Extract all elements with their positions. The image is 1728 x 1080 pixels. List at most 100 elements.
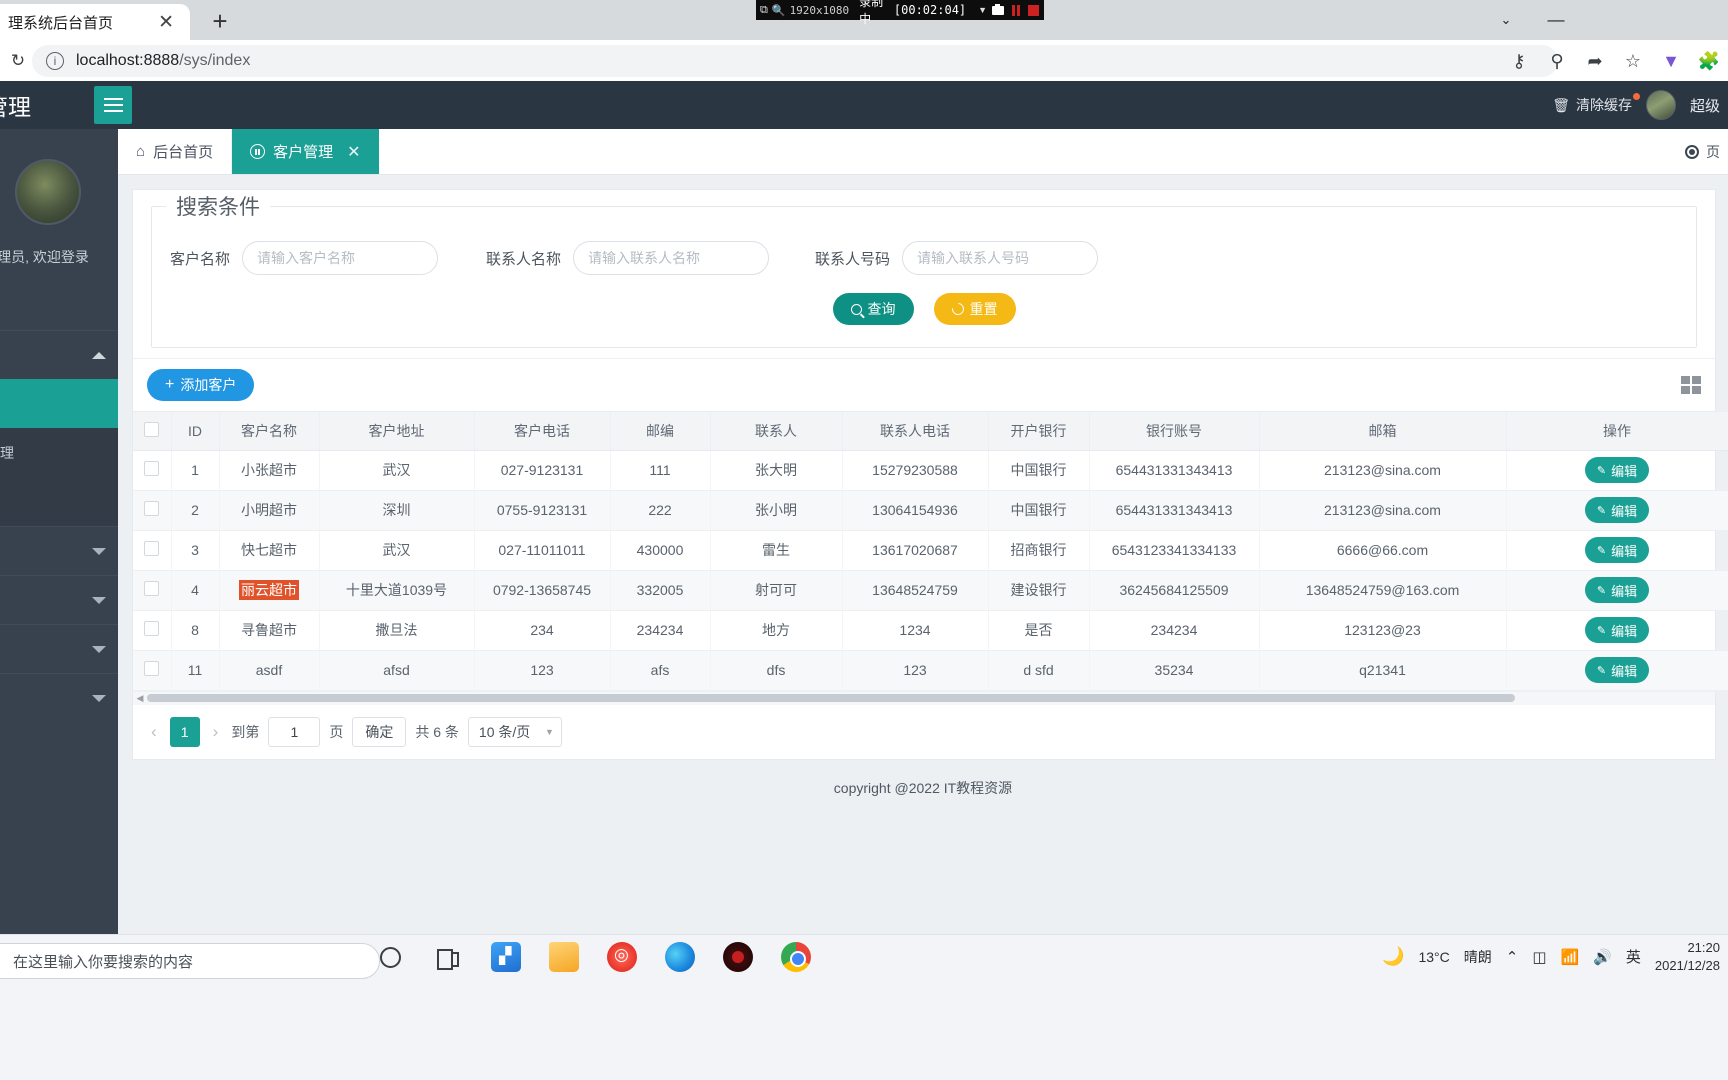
tabbar-actions[interactable]: 页 xyxy=(1685,129,1728,174)
edit-button[interactable]: ✎ 编辑 xyxy=(1584,457,1650,483)
clock[interactable]: 21:20 2021/12/28 xyxy=(1655,939,1720,974)
row-checkbox[interactable] xyxy=(144,461,160,476)
reset-button[interactable]: 重置 xyxy=(933,293,1016,325)
new-tab-button[interactable]: + xyxy=(205,6,235,36)
ime-icon[interactable]: 英 xyxy=(1626,946,1641,967)
key-icon[interactable]: ⚷ xyxy=(1500,42,1538,80)
header-id[interactable]: ID xyxy=(171,412,220,451)
network-icon[interactable]: 📶 xyxy=(1561,948,1580,966)
table-row[interactable]: 8 寻鲁超市 撒旦法 234 234234 地方 1234 是否 234234 123123@23… xyxy=(133,610,1728,651)
recorder-window-icon[interactable]: ⧉ xyxy=(760,3,768,17)
scrollbar-thumb[interactable] xyxy=(147,694,1515,702)
sidebar-group-5[interactable]: 理 xyxy=(0,673,118,722)
app-red-icon[interactable] xyxy=(602,937,642,977)
header-phone[interactable]: 客户电话 xyxy=(474,412,611,451)
table-row[interactable]: 1 小张超市 武汉 027-9123131 111 张大明 15279230588 中国银行 6… xyxy=(133,450,1728,491)
next-page-button[interactable]: › xyxy=(209,722,223,742)
star-icon[interactable]: ☆ xyxy=(1614,42,1652,80)
sidebar-item-product-management[interactable]: 品管理 xyxy=(0,477,118,526)
goto-page-input[interactable] xyxy=(268,716,321,747)
row-checkbox[interactable] xyxy=(144,581,160,596)
header-zip[interactable]: 邮编 xyxy=(610,412,711,451)
vpn-icon[interactable]: ▼ xyxy=(1652,42,1690,80)
row-checkbox[interactable] xyxy=(144,541,160,556)
sidebar-group-4[interactable]: 理 xyxy=(0,624,118,673)
menu-toggle-button[interactable] xyxy=(94,86,132,124)
tab-home[interactable]: ⌂ 后台首页 xyxy=(118,129,233,174)
table-row[interactable]: 2 小明超市 深圳 0755-9123131 222 张小明 13064154936 中国银行… xyxy=(133,490,1728,531)
row-checkbox[interactable] xyxy=(144,661,160,676)
reload-icon[interactable]: ↻ xyxy=(0,43,36,79)
close-icon[interactable]: ✕ xyxy=(347,142,360,162)
horizontal-scrollbar[interactable]: ◀ xyxy=(133,690,1715,705)
contact-phone-input[interactable] xyxy=(902,241,1099,275)
site-info-icon[interactable]: i xyxy=(46,52,64,70)
battery-icon[interactable]: ◫ xyxy=(1532,948,1546,966)
cortana-icon[interactable] xyxy=(370,937,410,977)
table-row[interactable]: 3 快七超市 武汉 027-11011011 430000 雷生 13617020687 招商… xyxy=(133,530,1728,571)
clear-cache-button[interactable]: 🗑 清除缓存 xyxy=(1552,93,1640,115)
zoom-out-icon[interactable]: ⚲ xyxy=(1538,42,1576,80)
sidebar-group-customer[interactable]: 理 xyxy=(0,330,118,379)
window-minimize-button[interactable]: — xyxy=(1534,4,1578,36)
select-all-checkbox[interactable] xyxy=(144,421,160,437)
show-hidden-icons[interactable]: ⌃ xyxy=(1506,948,1519,966)
search-button[interactable]: 查询 xyxy=(832,293,914,325)
browser-tab[interactable]: 理系统后台首页 ✕ xyxy=(0,4,190,40)
row-checkbox[interactable] xyxy=(144,621,160,636)
taskbar-search-box[interactable]: 在这里输入你要搜索的内容 xyxy=(0,943,380,979)
scrollbar-track[interactable] xyxy=(147,694,1701,702)
edit-button[interactable]: ✎ 编辑 xyxy=(1584,537,1650,563)
recorder-pause-button[interactable] xyxy=(1009,3,1023,17)
chrome-icon[interactable] xyxy=(776,937,816,977)
tab-customer-management[interactable]: 客户管理 ✕ xyxy=(232,129,379,174)
recorder-app-icon[interactable] xyxy=(718,937,758,977)
sidebar-item-customer-management[interactable]: 户管理 xyxy=(0,379,118,428)
header-account[interactable]: 银行账号 xyxy=(1089,412,1260,451)
share-icon[interactable]: ➦ xyxy=(1576,42,1614,80)
goto-confirm-button[interactable]: 确定 xyxy=(352,716,407,747)
edit-button[interactable]: ✎ 编辑 xyxy=(1584,577,1650,603)
page-number-1[interactable]: 1 xyxy=(169,716,200,747)
address-bar[interactable]: i localhost:8888/sys/index xyxy=(32,45,1558,77)
row-checkbox[interactable] xyxy=(144,501,160,516)
header-address[interactable]: 客户地址 xyxy=(319,412,475,451)
header-name[interactable]: 客户名称 xyxy=(219,412,320,451)
header-contact[interactable]: 联系人 xyxy=(710,412,843,451)
edge-icon[interactable] xyxy=(660,937,700,977)
edit-button[interactable]: ✎ 编辑 xyxy=(1584,497,1650,523)
chevron-down-icon[interactable]: ▼ xyxy=(978,5,987,15)
chevron-down-icon[interactable]: ⌄ xyxy=(1484,4,1528,36)
table-row[interactable]: 11 asdf afsd 123 afs dfs 123 d sfd 35234 q21341 ✎ 编… xyxy=(133,650,1728,691)
current-user-label[interactable]: 超级 xyxy=(1690,95,1720,116)
avatar[interactable] xyxy=(1645,90,1676,120)
volume-icon[interactable]: 🔊 xyxy=(1593,948,1612,966)
header-email[interactable]: 邮箱 xyxy=(1259,412,1507,451)
edit-button[interactable]: ✎ 编辑 xyxy=(1584,657,1650,683)
close-icon[interactable]: ✕ xyxy=(152,11,180,34)
contact-name-input[interactable] xyxy=(573,241,770,275)
sidebar-item-home[interactable]: 页 xyxy=(0,281,118,330)
recorder-snapshot-button[interactable] xyxy=(991,3,1005,17)
scroll-left-icon[interactable]: ◀ xyxy=(133,693,147,704)
column-settings-icon[interactable] xyxy=(1681,376,1701,394)
header-bank[interactable]: 开户银行 xyxy=(988,412,1090,451)
sidebar-group-2[interactable]: 理 xyxy=(0,526,118,575)
table-row[interactable]: 4 丽云超市 十里大道1039号 0792-13658745 332005 射可可 1364… xyxy=(133,570,1728,611)
sidebar-group-3[interactable]: 理 xyxy=(0,575,118,624)
recorder-magnifier-icon[interactable]: 🔍 xyxy=(772,4,786,17)
extensions-icon[interactable]: 🧩 xyxy=(1690,42,1728,80)
task-view-icon[interactable] xyxy=(428,937,468,977)
edit-button[interactable]: ✎ 编辑 xyxy=(1584,617,1650,643)
prev-page-button[interactable]: ‹ xyxy=(147,722,161,742)
add-customer-button[interactable]: + 添加客户 xyxy=(147,369,255,401)
customer-name-input[interactable] xyxy=(242,241,439,275)
store-icon[interactable] xyxy=(486,937,526,977)
recorder-stop-button[interactable] xyxy=(1026,3,1040,17)
page-size-select-wrap[interactable]: 10 条/页20 条/页50 条/页100 条/页 ▼ xyxy=(467,716,562,747)
sidebar-item-supplier-management[interactable]: 应商管理 xyxy=(0,428,118,477)
page-size-select[interactable]: 10 条/页20 条/页50 条/页100 条/页 xyxy=(467,716,562,747)
header-contact-phone[interactable]: 联系人电话 xyxy=(842,412,989,451)
select-all-header xyxy=(133,412,172,451)
file-explorer-icon[interactable] xyxy=(544,937,584,977)
